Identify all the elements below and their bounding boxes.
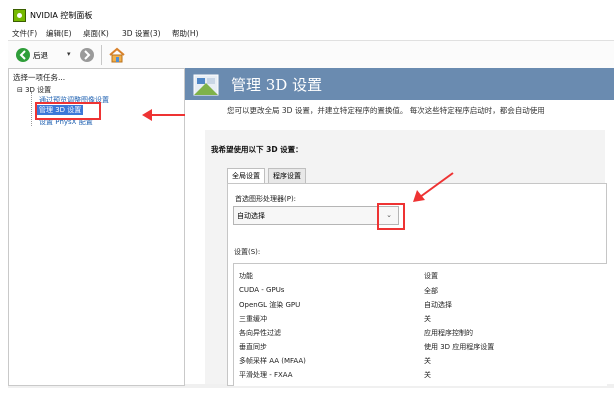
highlight-box-dropdown — [377, 203, 405, 230]
back-arrow-icon[interactable] — [16, 48, 30, 62]
table-row-setting[interactable]: 关 — [424, 314, 431, 324]
gpu-select-value: 自动选择 — [237, 212, 265, 220]
settings-content: 我希望使用以下 3D 设置： 全局设置 程序设置 首选图形处理器(P): 自动选… — [205, 130, 607, 386]
page-description: 您可以更改全局 3D 设置，并建立特定程序的置换值。 每次这些特定程序启动时，都… — [227, 106, 545, 115]
back-button-label[interactable]: 后退 — [33, 50, 48, 61]
settings-table: 功能 设置 CUDA - GPUs 全部 OpenGL 渲染 GPU 自动选择 … — [233, 263, 607, 386]
table-row-setting[interactable]: 使用 3D 应用程序设置 — [424, 342, 494, 352]
table-row-feature[interactable]: 平滑处理 - FXAA — [239, 370, 293, 380]
menu-help[interactable]: 帮助(H) — [172, 28, 199, 39]
preferred-gpu-select[interactable]: 自动选择 ⌄ — [233, 206, 399, 225]
table-row-setting[interactable]: 自动选择 — [424, 300, 452, 310]
toolbar-separator — [101, 45, 102, 65]
table-row-feature[interactable]: 垂直同步 — [239, 342, 267, 352]
main-panel: 管理 3D 设置 您可以更改全局 3D 设置，并建立特定程序的置换值。 每次这些… — [185, 68, 614, 386]
tree-connector — [31, 92, 33, 126]
column-header-setting[interactable]: 设置 — [424, 271, 438, 281]
forward-arrow-icon[interactable] — [80, 48, 94, 62]
nvidia-logo-icon — [13, 9, 26, 22]
menu-file[interactable]: 文件(F) — [12, 28, 37, 39]
window-title: NVIDIA 控制面板 — [30, 11, 93, 20]
title-bar: NVIDIA 控制面板 — [8, 0, 614, 26]
tree-root-3d-settings[interactable]: ⊟ 3D 设置 — [17, 85, 51, 95]
tab-panel: 首选图形处理器(P): 自动选择 ⌄ 设置(S): 功能 设置 CUDA - G… — [227, 183, 607, 386]
table-row-setting[interactable]: 全部 — [424, 286, 438, 296]
3d-settings-icon — [191, 71, 221, 99]
nvidia-control-panel-window: NVIDIA 控制面板 文件(F) 编辑(E) 桌面(K) 3D 设置(3) 帮… — [8, 0, 614, 388]
column-header-feature[interactable]: 功能 — [239, 271, 253, 281]
toolbar: 后退 ▾ — [8, 40, 614, 70]
table-row-feature[interactable]: CUDA - GPUs — [239, 286, 284, 294]
table-row-feature[interactable]: 三重缓冲 — [239, 314, 267, 324]
table-row-feature[interactable]: 各向异性过滤 — [239, 328, 281, 338]
table-row-feature[interactable]: 多帧采样 AA (MFAA) — [239, 356, 306, 366]
page-title: 管理 3D 设置 — [231, 76, 323, 94]
table-row-setting[interactable]: 应用程序控制的 — [424, 328, 473, 338]
table-row-feature[interactable]: OpenGL 渲染 GPU — [239, 300, 300, 310]
menu-edit[interactable]: 编辑(E) — [46, 28, 72, 39]
menu-desktop[interactable]: 桌面(K) — [83, 28, 109, 39]
red-arrow-annotation-diagonal — [413, 172, 454, 202]
menu-bar: 文件(F) 编辑(E) 桌面(K) 3D 设置(3) 帮助(H) — [8, 26, 614, 40]
table-row-setting[interactable]: 关 — [424, 356, 431, 366]
gpu-select-label: 首选图形处理器(P): — [235, 195, 297, 203]
sidebar-title: 选择一项任务... — [13, 73, 66, 82]
table-row-setting[interactable]: 关 — [424, 370, 431, 380]
page-banner: 管理 3D 设置 — [185, 68, 614, 100]
settings-list-label: 设置(S): — [234, 248, 261, 256]
menu-3d-settings[interactable]: 3D 设置(3) — [122, 28, 161, 39]
section-title: 我希望使用以下 3D 设置： — [211, 145, 303, 154]
home-icon[interactable] — [108, 46, 126, 64]
back-history-dropdown[interactable]: ▾ — [67, 50, 71, 58]
highlight-box-sidebar — [35, 102, 101, 120]
